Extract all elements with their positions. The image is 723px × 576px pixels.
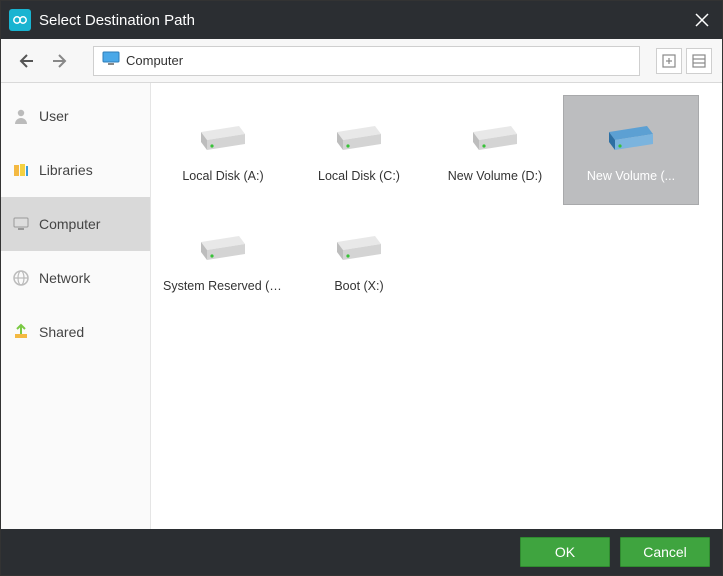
drive-item[interactable]: System Reserved (G:) bbox=[155, 205, 291, 315]
sidebar-item-user[interactable]: User bbox=[1, 89, 150, 143]
drive-icon bbox=[195, 228, 251, 271]
drive-label: Local Disk (C:) bbox=[318, 169, 400, 183]
network-icon bbox=[11, 268, 31, 288]
window-title: Select Destination Path bbox=[39, 12, 690, 29]
back-button[interactable] bbox=[11, 47, 39, 75]
drive-item[interactable]: Boot (X:) bbox=[291, 205, 427, 315]
list-view-button[interactable] bbox=[686, 48, 712, 74]
drive-item[interactable]: New Volume (... bbox=[563, 95, 699, 205]
sidebar-item-label: Computer bbox=[39, 216, 100, 232]
forward-button[interactable] bbox=[47, 47, 75, 75]
computer-icon bbox=[102, 51, 120, 70]
titlebar: Select Destination Path bbox=[1, 1, 722, 39]
shared-icon bbox=[11, 322, 31, 342]
drive-item[interactable]: New Volume (D:) bbox=[427, 95, 563, 205]
sidebar-item-network[interactable]: Network bbox=[1, 251, 150, 305]
drive-list: Local Disk (A:) Local Disk (C:) New Volu… bbox=[151, 83, 722, 529]
libraries-icon bbox=[11, 160, 31, 180]
drive-label: Boot (X:) bbox=[334, 279, 383, 293]
user-icon bbox=[11, 106, 31, 126]
drive-icon bbox=[195, 118, 251, 161]
ok-button[interactable]: OK bbox=[520, 537, 610, 567]
path-box[interactable]: Computer bbox=[93, 46, 640, 76]
sidebar-item-computer[interactable]: Computer bbox=[1, 197, 150, 251]
drive-icon bbox=[603, 118, 659, 161]
drive-icon bbox=[331, 118, 387, 161]
nav-arrows bbox=[11, 47, 75, 75]
sidebar-item-label: User bbox=[39, 108, 69, 124]
sidebar-item-libraries[interactable]: Libraries bbox=[1, 143, 150, 197]
footer: OK Cancel bbox=[1, 529, 722, 575]
toolbar: Computer bbox=[1, 39, 722, 83]
drive-icon bbox=[467, 118, 523, 161]
app-icon bbox=[9, 9, 31, 31]
sidebar-item-label: Network bbox=[39, 270, 90, 286]
sidebar-item-shared[interactable]: Shared bbox=[1, 305, 150, 359]
drive-item[interactable]: Local Disk (A:) bbox=[155, 95, 291, 205]
cancel-button[interactable]: Cancel bbox=[620, 537, 710, 567]
drive-icon bbox=[331, 228, 387, 271]
drive-label: Local Disk (A:) bbox=[182, 169, 263, 183]
breadcrumb: Computer bbox=[126, 53, 183, 68]
new-folder-button[interactable] bbox=[656, 48, 682, 74]
computer-icon bbox=[11, 214, 31, 234]
sidebar: User Libraries Computer Network Shared bbox=[1, 83, 151, 529]
drive-label: New Volume (... bbox=[587, 169, 675, 183]
sidebar-item-label: Libraries bbox=[39, 162, 93, 178]
sidebar-item-label: Shared bbox=[39, 324, 84, 340]
main: User Libraries Computer Network Shared bbox=[1, 83, 722, 529]
drive-item[interactable]: Local Disk (C:) bbox=[291, 95, 427, 205]
drive-label: New Volume (D:) bbox=[448, 169, 542, 183]
drive-label: System Reserved (G:) bbox=[163, 279, 283, 293]
close-button[interactable] bbox=[690, 8, 714, 32]
